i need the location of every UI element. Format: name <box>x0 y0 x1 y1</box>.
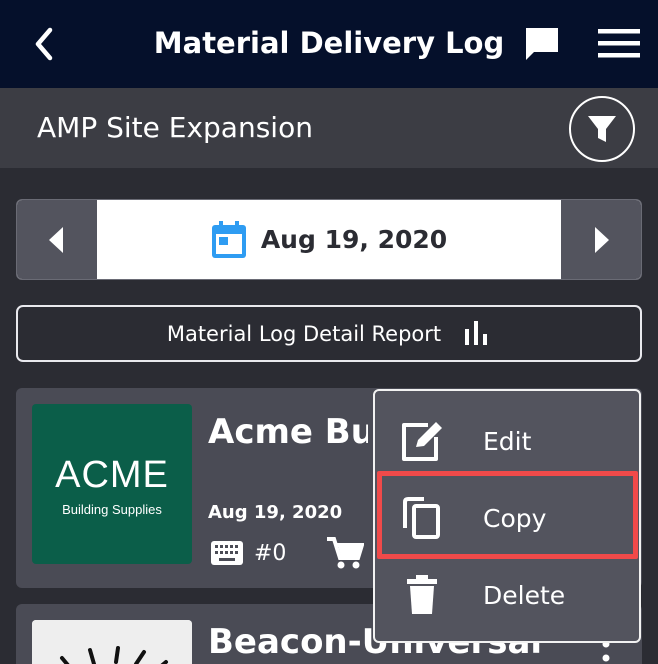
right-triangle-icon <box>595 227 609 253</box>
cart-icon <box>327 537 365 569</box>
ticket-count: #0 <box>254 540 287 566</box>
previous-date-button[interactable] <box>17 200 97 279</box>
top-app-bar: Material Delivery Log <box>0 0 658 88</box>
keyboard-icon <box>211 541 243 565</box>
hamburger-menu-icon[interactable] <box>596 24 642 64</box>
trash-icon <box>397 570 447 620</box>
delivery-date: Aug 19, 2020 <box>208 502 343 523</box>
date-navigator: Aug 19, 2020 <box>16 199 642 280</box>
vendor-logo <box>32 620 192 664</box>
sunburst-logo-icon <box>32 620 192 664</box>
project-bar: AMP Site Expansion <box>0 88 658 168</box>
logo-sub-text: Building Supplies <box>62 502 162 517</box>
project-name: AMP Site Expansion <box>37 111 313 144</box>
current-date: Aug 19, 2020 <box>260 225 448 254</box>
date-display[interactable]: Aug 19, 2020 <box>97 200 561 279</box>
menu-item-edit[interactable]: Edit <box>375 403 639 479</box>
left-triangle-icon <box>49 227 63 253</box>
filter-icon <box>588 116 616 142</box>
calendar-icon <box>211 220 246 258</box>
edit-icon <box>397 416 447 466</box>
material-log-report-button[interactable]: Material Log Detail Report <box>16 305 642 362</box>
next-date-button[interactable] <box>561 200 641 279</box>
filter-button[interactable] <box>569 96 635 162</box>
bar-chart-icon <box>465 320 488 345</box>
logo-main-text: ACME <box>55 454 169 496</box>
menu-item-label: Delete <box>483 580 566 610</box>
menu-item-label: Edit <box>483 426 532 456</box>
chat-icon[interactable] <box>522 24 562 64</box>
delivery-stats: #0 0 <box>210 536 388 570</box>
vendor-logo: ACME Building Supplies <box>32 404 192 564</box>
report-button-label: Material Log Detail Report <box>166 321 442 346</box>
vendor-name: Acme Building Supplies <box>208 412 368 452</box>
copy-highlight-box <box>377 471 638 559</box>
menu-item-delete[interactable]: Delete <box>375 557 639 633</box>
